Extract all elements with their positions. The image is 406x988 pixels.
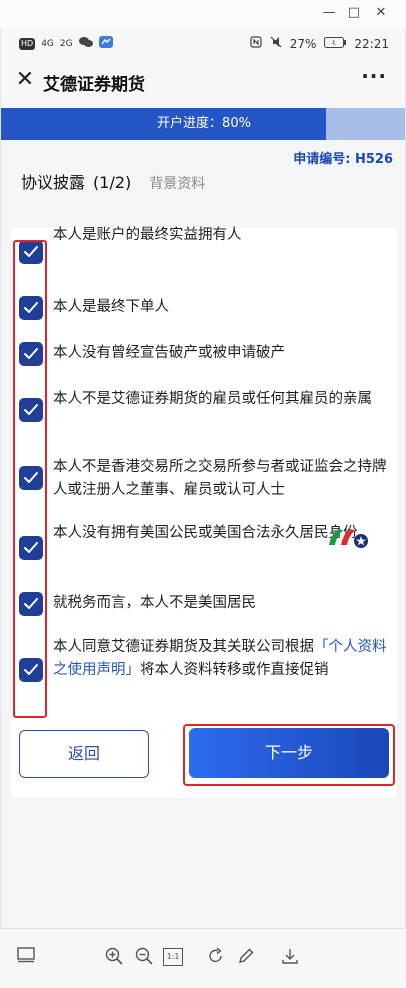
declaration-text-before: 本人同意艾德证券期货及其关联公司根据 [53,639,314,655]
app-notification-icon [98,36,113,51]
step-counter: (1/2) [93,173,132,192]
progress-label: 开户进度：80% [157,116,251,131]
maximize-icon[interactable]: □ [343,4,365,22]
declaration-text-after: 将本人资料转移或作直接促销 [140,662,329,678]
declaration-text: 本人同意艾德证券期货及其关联公司根据「个人资料之使用声明」将本人资料转移或作直接… [53,636,387,682]
declaration-text: 本人是账户的最终实益拥有人 [53,227,242,243]
tab-background-info[interactable]: 背景资料 [149,173,205,193]
download-icon[interactable] [280,947,300,967]
back-button[interactable]: 返回 [19,730,149,778]
wechat-icon [78,36,93,51]
battery-percent: 27% [289,36,317,51]
mute-icon [270,36,282,51]
edit-icon[interactable] [236,947,256,967]
close-icon[interactable]: ✕ [13,68,37,92]
viewer-toolbar: 1:1 [0,928,406,988]
zoom-out-icon[interactable] [134,947,154,967]
checkbox-highlight-box [13,240,47,718]
page-title: 艾德证券期货 [43,75,145,95]
clock: 22:21 [354,36,389,51]
phone-screen: HD 4G 2G 27% 22:21 ✕ 艾德证券期货 ··· 开户进度：80%… [0,28,406,928]
status-bar: HD 4G 2G 27% 22:21 [1,28,405,60]
actual-size-icon[interactable]: 1:1 [163,948,183,966]
hd-icon: HD [19,37,36,50]
status-left-icons: HD 4G 2G [19,36,113,51]
declaration-text: 本人是最终下单人 [53,299,169,315]
application-number: 申请编号: H526 [293,152,393,167]
declaration-text: 本人没有曾经宣告破产或被申请破产 [53,345,285,361]
brand-logo-icon [329,529,368,548]
declaration-text: 本人不是艾德证券期货的雇员或任何其雇员的亲属 [53,391,372,407]
declaration-text: 本人不是香港交易所之交易所参与者或证监会之持牌人或注册人之董事、雇员或认可人士 [53,459,387,498]
more-options-icon[interactable]: ··· [361,64,387,88]
progress-bar: 开户进度：80% [1,108,405,140]
battery-icon [324,36,347,51]
minimize-icon[interactable]: — [318,4,340,22]
nfc-icon [250,36,262,51]
zoom-in-icon[interactable] [104,947,124,967]
close-window-icon[interactable]: ✕ [370,4,392,22]
nav-bar: ✕ 艾德证券期货 ··· [1,60,405,102]
window-titlebar: — □ ✕ [0,0,406,28]
tab-agreement-disclosure[interactable]: 协议披露 [21,169,85,193]
rotate-icon[interactable] [206,947,226,967]
signal-4g-icon: 4G [41,38,54,49]
declaration-text: 就税务而言，本人不是美国居民 [53,595,256,611]
step-tabs: 协议披露 (1/2) 背景资料 [21,169,205,197]
panel-icon[interactable] [16,947,36,967]
signal-2g-icon: 2G [59,38,73,49]
status-right: 27% 22:21 [250,36,389,51]
next-button[interactable]: 下一步 [189,728,389,778]
